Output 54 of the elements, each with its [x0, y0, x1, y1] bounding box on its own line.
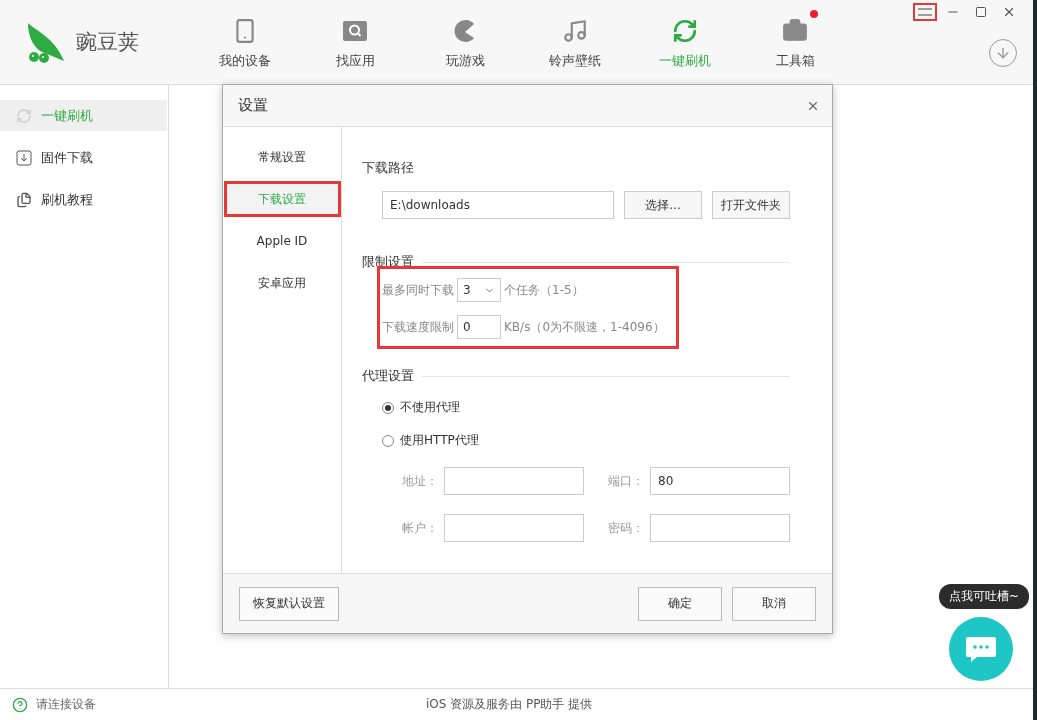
- nav-tab[interactable]: 找应用: [300, 0, 410, 84]
- sidebar-item[interactable]: 固件下载: [0, 142, 167, 173]
- refresh-icon: [16, 107, 32, 124]
- music-note-icon: [562, 18, 588, 44]
- speed-limit-field[interactable]: 0: [457, 315, 501, 339]
- menu-button[interactable]: [913, 3, 937, 21]
- field-hint: KB/s（0为不限速，1-4096）: [504, 318, 665, 336]
- feedback-tooltip: 点我可吐槽~: [938, 584, 1029, 609]
- app-logo-text: 豌豆荚: [76, 29, 139, 56]
- proxy-radio-option[interactable]: 不使用代理: [362, 399, 790, 416]
- settings-tab[interactable]: 安卓应用: [223, 265, 341, 301]
- field-label: 最多同时下载: [382, 281, 454, 299]
- input-field[interactable]: [650, 514, 790, 542]
- settings-tab[interactable]: 常规设置: [223, 139, 341, 175]
- section-title: 代理设置: [362, 367, 414, 385]
- menu-icon: [918, 7, 932, 17]
- browse-button[interactable]: 选择...: [624, 191, 702, 219]
- field-label: 下载速度限制: [382, 318, 454, 336]
- nav-tab[interactable]: 我的设备: [190, 0, 300, 84]
- proxy-radio-option[interactable]: 使用HTTP代理: [362, 432, 790, 449]
- input-field[interactable]: [444, 514, 584, 542]
- down-arrow-icon: [995, 45, 1011, 61]
- input-field[interactable]: 80: [650, 467, 790, 495]
- connection-status: 请连接设备: [36, 696, 97, 713]
- document-icon: [16, 191, 32, 208]
- download-path-field[interactable]: E:\downloads: [382, 191, 614, 219]
- nav-tab[interactable]: 铃声壁纸: [520, 0, 630, 84]
- field-label: 帐户：: [402, 519, 439, 537]
- section-title: 下载路径: [362, 159, 414, 177]
- download-icon: [16, 149, 32, 166]
- nav-tab[interactable]: 玩游戏: [410, 0, 520, 84]
- task-count-dropdown[interactable]: 3: [457, 278, 501, 302]
- reset-defaults-button[interactable]: 恢复默认设置: [239, 586, 339, 621]
- maximize-icon: [975, 6, 987, 18]
- field-label: 地址：: [402, 472, 439, 490]
- pea-pod-logo-icon: [26, 21, 66, 63]
- dialog-title: 设置: [238, 96, 268, 115]
- search-icon: [342, 18, 368, 44]
- help-icon: [12, 696, 28, 713]
- briefcase-icon: [782, 18, 808, 44]
- field-hint: 个任务（1-5）: [504, 281, 584, 299]
- cancel-button[interactable]: 取消: [732, 586, 816, 621]
- settings-tab[interactable]: Apple ID: [223, 223, 341, 259]
- field-label: 密码：: [608, 519, 645, 537]
- field-label: 端口：: [608, 472, 645, 490]
- chat-bubble-icon: [965, 635, 997, 663]
- provider-note: iOS 资源及服务由 PP助手 提供: [426, 696, 593, 713]
- refresh-icon: [672, 18, 698, 44]
- open-folder-button[interactable]: 打开文件夹: [712, 191, 790, 219]
- sidebar-item[interactable]: 刷机教程: [0, 184, 167, 215]
- close-icon: [1002, 5, 1016, 19]
- input-field[interactable]: [444, 467, 584, 495]
- nav-tab[interactable]: 工具箱: [740, 0, 850, 84]
- ok-button[interactable]: 确定: [638, 586, 722, 621]
